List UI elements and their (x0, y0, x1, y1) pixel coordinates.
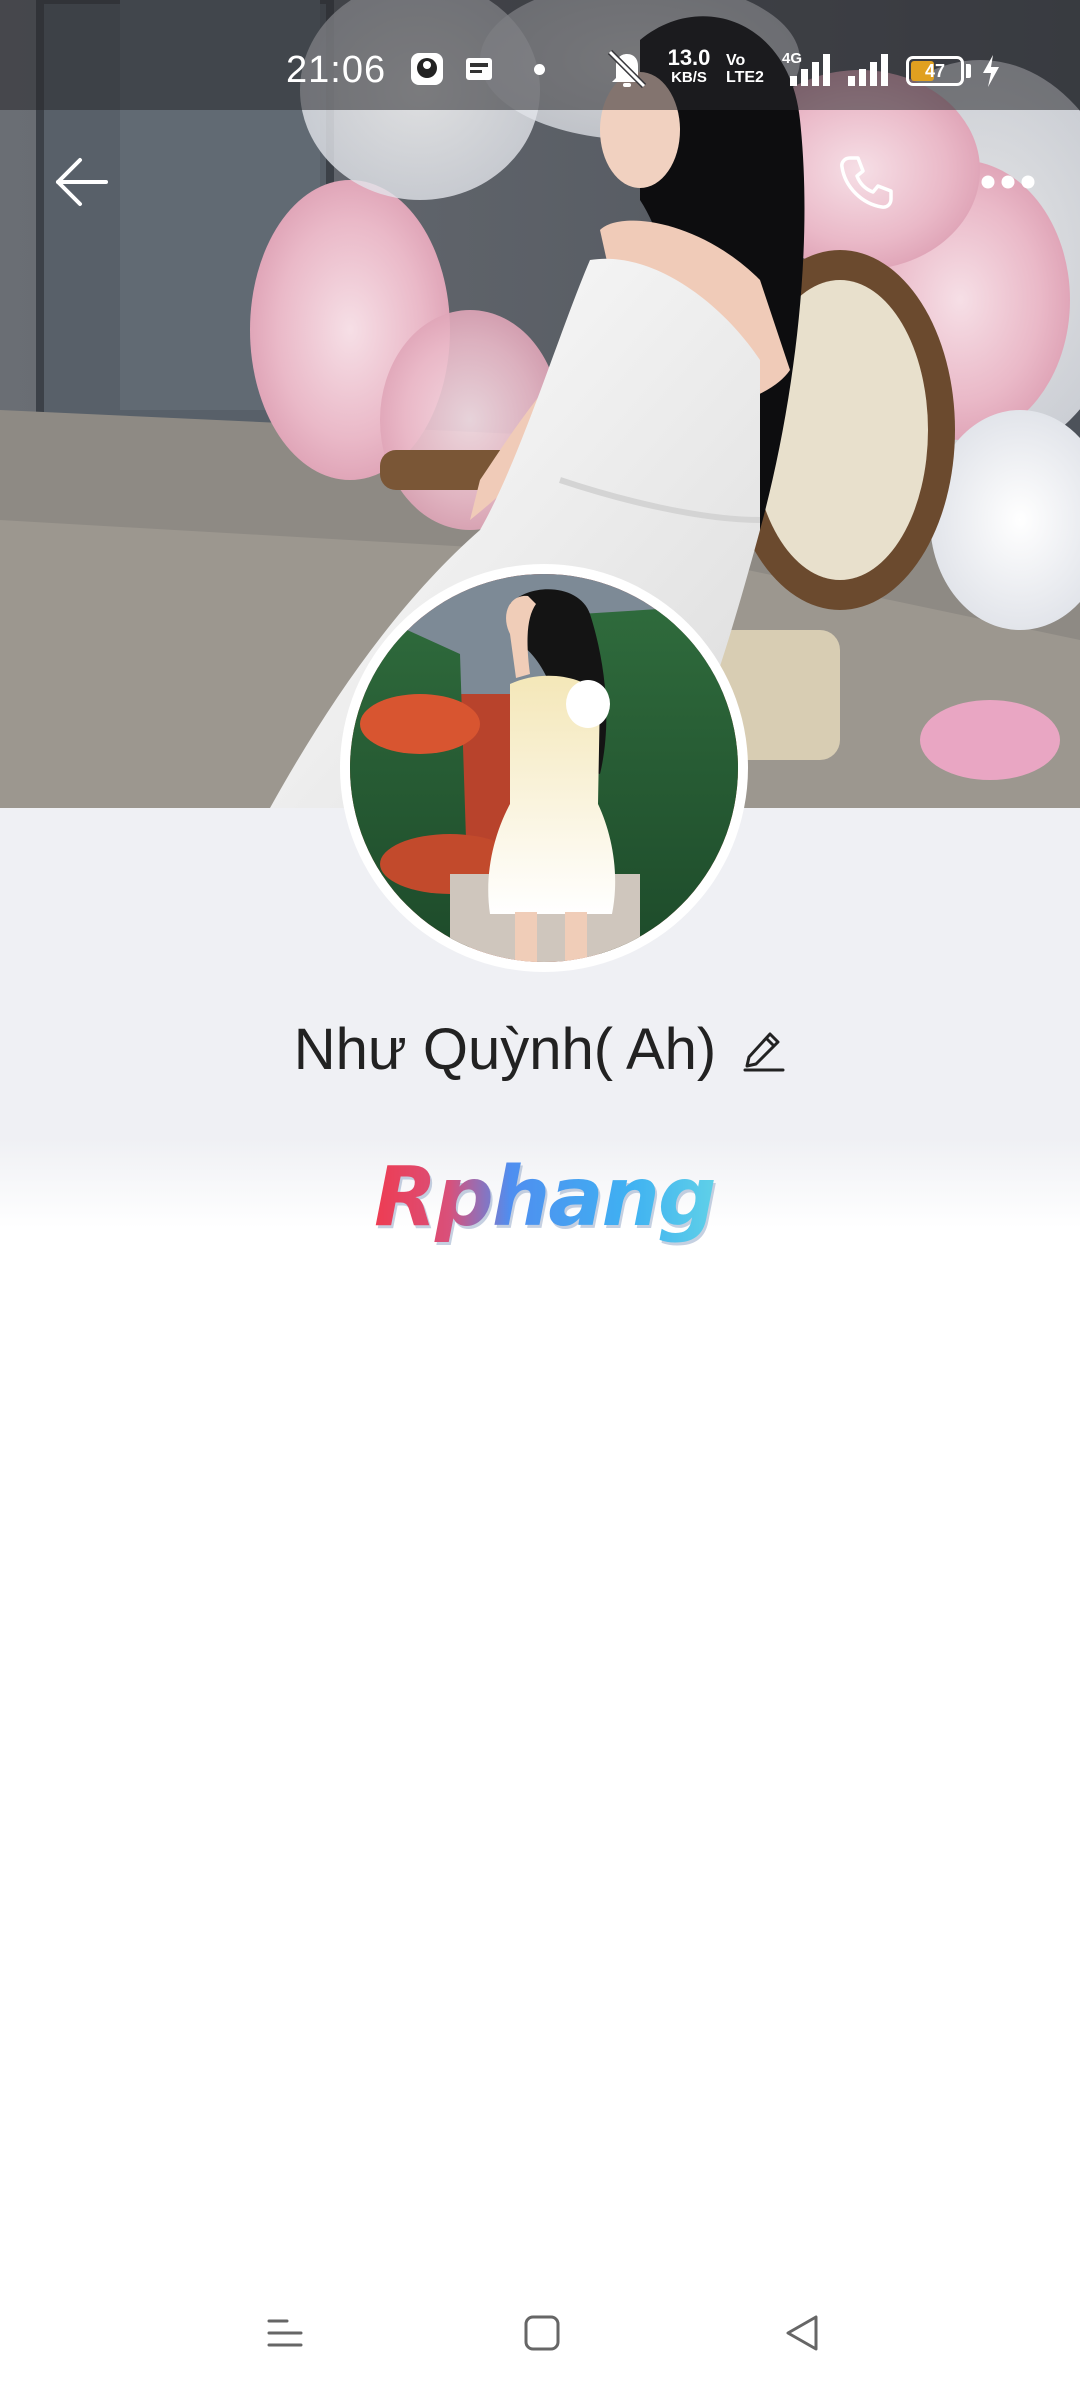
charging-icon (980, 54, 1002, 93)
call-button[interactable] (826, 142, 906, 222)
phone-call-icon (840, 156, 893, 209)
recent-apps-icon (267, 2319, 303, 2347)
back-button[interactable] (42, 142, 122, 222)
muted-bell-icon (604, 46, 650, 95)
volte-top: Vo (726, 52, 746, 69)
status-bar: 21:06 13.0 KB/S Vo LTE2 4G 47 (0, 0, 1080, 110)
battery-percent: 47 (924, 61, 946, 81)
profile-name: Như Quỳnh( Ah) (293, 1017, 717, 1082)
battery-icon: 47 (906, 56, 964, 86)
recent-apps-button[interactable] (245, 2298, 325, 2368)
network-speed-value: 13.0 (667, 45, 711, 70)
home-icon (524, 2315, 560, 2351)
status-time: 21:06 (286, 49, 387, 91)
navigation-bar (0, 2268, 1080, 2400)
watermark-logo: Rphang (374, 1148, 717, 1248)
signal-icon (788, 52, 836, 93)
network-speed-unit: KB/S (671, 69, 707, 86)
dot-icon (534, 64, 545, 75)
home-button[interactable] (502, 2298, 582, 2368)
back-nav-button[interactable] (762, 2298, 842, 2368)
volte-indicator: Vo LTE2 (726, 52, 764, 86)
battery-cap (966, 64, 971, 78)
volte-bottom: LTE2 (726, 69, 764, 86)
more-options-icon (981, 175, 1035, 189)
app-notification-icon (464, 52, 498, 86)
signal-icon (846, 52, 892, 93)
app-notification-icon (410, 52, 444, 86)
pencil-icon[interactable] (742, 1028, 786, 1072)
avatar[interactable] (350, 574, 738, 962)
avatar-image (350, 574, 738, 962)
back-triangle-icon (786, 2315, 818, 2351)
network-speed: 13.0 KB/S (664, 45, 714, 88)
back-arrow-icon (56, 158, 108, 206)
more-options-button[interactable] (968, 142, 1048, 222)
profile-name-row: Như Quỳnh( Ah) (0, 1010, 1080, 1090)
